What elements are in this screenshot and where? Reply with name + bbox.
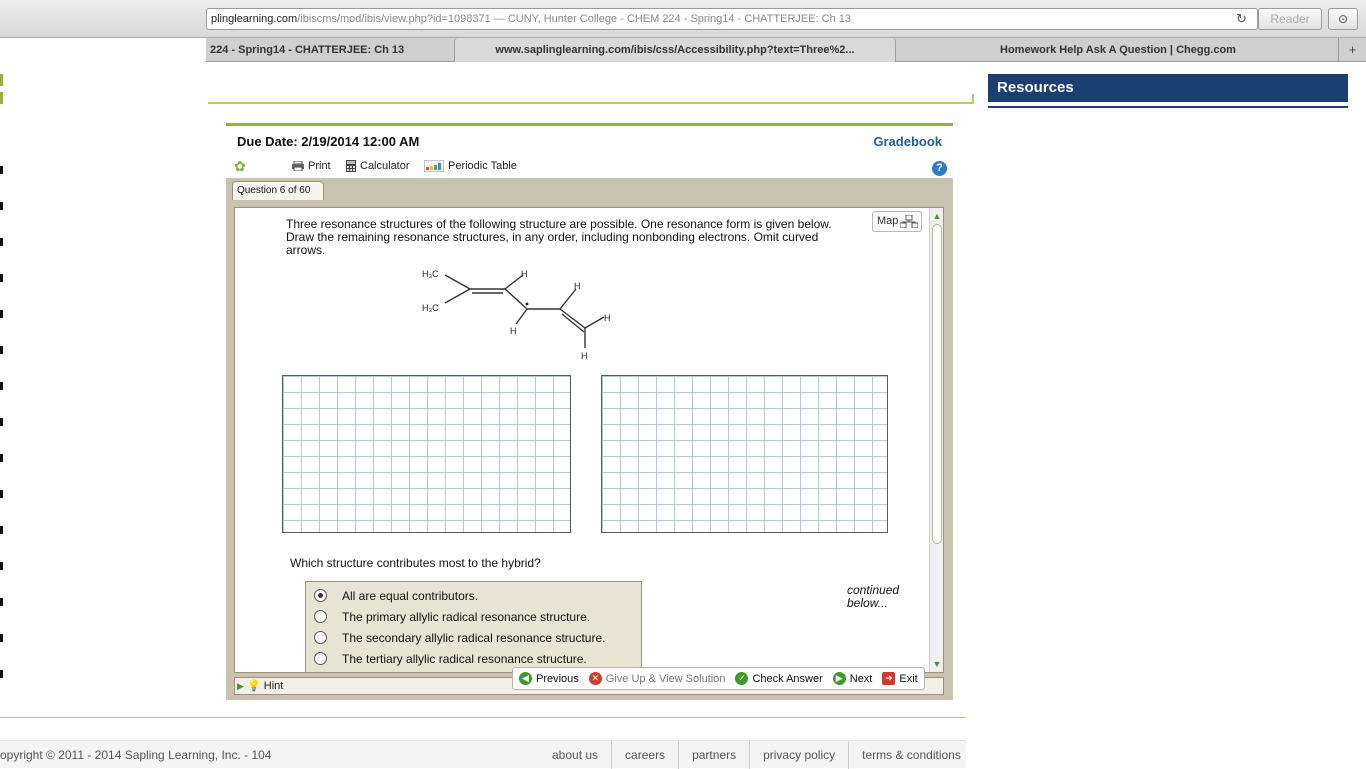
option-equal[interactable]: All are equal contributors. (314, 585, 478, 606)
assignment-header: Due Date: 2/19/2014 12:00 AM Gradebook ✿… (226, 126, 953, 178)
previous-button[interactable]: ◀ Previous (519, 672, 579, 685)
previous-arrow-icon: ◀ (519, 672, 532, 685)
browser-toolbar: plinglearning.com/ibiscms/mod/ibis/view.… (0, 0, 1366, 38)
resources-header: Resources (988, 74, 1348, 102)
check-answer-label: Check Answer (752, 672, 823, 685)
lightbulb-icon: 💡 (246, 680, 261, 692)
resources-underline (988, 102, 1348, 108)
periodic-table-label: Periodic Table (448, 160, 517, 172)
option-label: All are equal contributors. (342, 588, 479, 603)
next-button[interactable]: ▶ Next (832, 672, 873, 685)
page-top-divider (208, 102, 974, 104)
radio[interactable] (314, 631, 327, 644)
exit-label: Exit (899, 672, 918, 685)
assignment-panel: Due Date: 2/19/2014 12:00 AM Gradebook ✿… (226, 123, 953, 700)
address-bar[interactable]: plinglearning.com/ibiscms/mod/ibis/view.… (206, 8, 1258, 30)
hydrogen-label: H (574, 281, 581, 291)
give-up-label: Give Up & View Solution (605, 672, 726, 685)
question-body: Three resonance structures of the follow… (234, 207, 944, 673)
exit-door-icon: ➜ (882, 672, 896, 685)
refresh-icon[interactable]: ↻ (1236, 11, 1247, 27)
option-label: The primary allylic radical resonance st… (342, 609, 591, 624)
drawing-canvas-1[interactable] (282, 375, 571, 533)
hydrogen-label: H (521, 269, 528, 279)
print-label: Print (308, 160, 331, 172)
calculator-label: Calculator (360, 160, 410, 172)
answer-options: All are equal contributors. The primary … (305, 581, 642, 672)
next-arrow-icon: ▶ (832, 672, 846, 685)
check-answer-button[interactable]: ✓ Check Answer (735, 672, 823, 685)
footer-link-careers[interactable]: careers (611, 741, 678, 769)
map-button[interactable]: Map (872, 211, 922, 232)
option-label: The tertiary allylic radical resonance s… (342, 651, 587, 666)
due-date: Due Date: 2/19/2014 12:00 AM (237, 134, 420, 149)
map-label: Map (877, 215, 899, 227)
radio[interactable] (314, 652, 327, 665)
page-footer: opyright © 2011 - 2014 Sapling Learning,… (0, 740, 966, 769)
hybrid-question: Which structure contributes most to the … (290, 556, 541, 570)
footer-link-about[interactable]: about us (542, 741, 611, 769)
give-up-button[interactable]: ✕ Give Up & View Solution (588, 672, 726, 685)
radio[interactable] (314, 610, 327, 623)
help-icon[interactable]: ? (932, 161, 947, 176)
downloads-icon[interactable]: ⊙ (1328, 8, 1358, 30)
question-prompt: Three resonance structures of the follow… (286, 217, 832, 257)
option-tertiary[interactable]: The tertiary allylic radical resonance s… (314, 648, 587, 669)
hint-button[interactable]: ▶ 💡 Hint (237, 678, 283, 695)
printer-icon (292, 161, 304, 171)
footer-links: about us careers partners privacy policy… (542, 741, 974, 769)
hint-label: Hint (263, 680, 284, 692)
tab-accessibility[interactable]: www.saplinglearning.com/ibis/css/Accessi… (454, 38, 896, 62)
radio-selected[interactable] (314, 589, 327, 602)
footer-link-terms[interactable]: terms & conditions (848, 741, 974, 769)
calculator-button[interactable]: Calculator (346, 160, 410, 172)
periodic-table-icon (424, 160, 444, 172)
drawing-canvas-2[interactable] (601, 375, 888, 533)
url-host: plinglearning.com (211, 13, 298, 25)
checkmark-icon: ✓ (735, 672, 749, 685)
molecule-structure: H₃C H₃C H H H H H (422, 269, 611, 361)
periodic-table-button[interactable]: Periodic Table (424, 160, 517, 172)
exit-button[interactable]: ➜ Exit (882, 672, 918, 685)
gradebook-link[interactable]: Gradebook (873, 134, 942, 149)
scroll-up-arrow-icon[interactable]: ▲ (931, 210, 943, 222)
next-label: Next (849, 672, 873, 685)
navigation-buttons: ◀ Previous ✕ Give Up & View Solution ✓ C… (512, 667, 925, 690)
hydrogen-label: H (510, 326, 517, 336)
map-icon (900, 215, 918, 228)
question-tab[interactable]: Question 6 of 60 (232, 181, 324, 200)
hydrogen-label: H (604, 313, 611, 323)
footer-link-partners[interactable]: partners (678, 741, 749, 769)
give-up-x-icon: ✕ (588, 672, 602, 685)
scroll-thumb[interactable] (932, 224, 942, 544)
scroll-down-arrow-icon[interactable]: ▼ (931, 658, 943, 670)
footer-divider (0, 717, 966, 718)
option-label: The secondary allylic radical resonance … (342, 630, 606, 645)
question-scrollbar[interactable]: ▲ ▼ (929, 208, 943, 672)
new-tab-icon[interactable]: + (1338, 38, 1366, 62)
tab-chegg[interactable]: Homework Help Ask A Question | Chegg.com (898, 38, 1338, 62)
page-top-divider-end (972, 94, 974, 104)
sapling-leaf-icon: ✿ (234, 158, 246, 174)
option-primary[interactable]: The primary allylic radical resonance st… (314, 606, 590, 627)
previous-label: Previous (536, 672, 579, 685)
methyl-label-top: H₃C (422, 269, 439, 279)
tab-bar: 224 - Spring14 - CHATTERJEE: Ch 13 www.s… (206, 38, 1366, 62)
methyl-label-bottom: H₃C (422, 303, 439, 313)
left-edge-fragment (0, 62, 4, 702)
calculator-icon (346, 160, 356, 172)
continued-note: continued below... (847, 583, 900, 610)
hydrogen-label: H (581, 351, 588, 361)
expand-arrow-icon: ▶ (237, 681, 244, 691)
url-path: /ibiscms/mod/ibis/view.php?id=1098371 — … (297, 13, 852, 25)
print-button[interactable]: Print (292, 160, 331, 172)
tab-sapling-course[interactable]: 224 - Spring14 - CHATTERJEE: Ch 13 (206, 38, 452, 62)
reader-button[interactable]: Reader (1258, 8, 1322, 30)
option-secondary[interactable]: The secondary allylic radical resonance … (314, 627, 605, 648)
footer-link-privacy[interactable]: privacy policy (749, 741, 848, 769)
copyright-text: opyright © 2011 - 2014 Sapling Learning,… (0, 748, 272, 762)
